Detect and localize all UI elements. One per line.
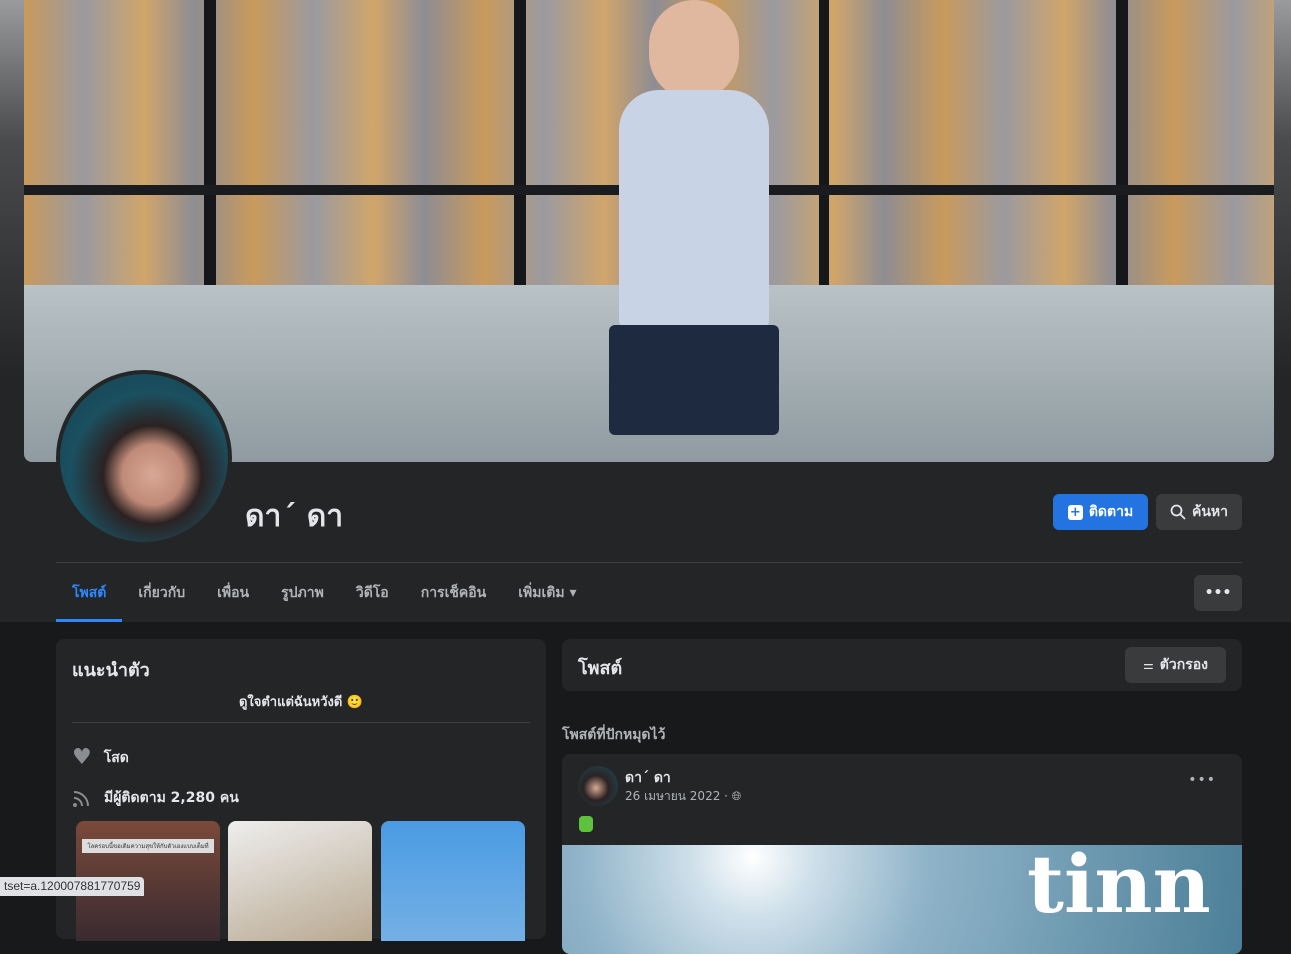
intro-bio: ดูใจตำแต่ฉันหวังดี 🙂 bbox=[238, 695, 364, 710]
follow-label: ติดตาม bbox=[1088, 504, 1134, 520]
post-image-text: tinn bbox=[1027, 837, 1211, 931]
rss-icon bbox=[73, 791, 89, 807]
post-date[interactable]: 26 เมษายน 2022 · 🌐︎ bbox=[625, 787, 741, 806]
followers-text: มีผู้ติดตาม 2,280 คน bbox=[104, 790, 239, 806]
divider bbox=[56, 562, 1242, 563]
relationship-text: โสด bbox=[103, 749, 129, 766]
follow-button[interactable]: + ติดตาม bbox=[1053, 494, 1148, 530]
profile-picture[interactable] bbox=[56, 370, 232, 546]
cover-person bbox=[579, 0, 809, 462]
globe-icon: 🌐︎ bbox=[731, 789, 742, 803]
filter-button[interactable]: ⚌ ตัวกรอง bbox=[1125, 647, 1226, 683]
tab-checkins[interactable]: การเช็คอิน bbox=[405, 572, 503, 622]
photo-thumbnail[interactable] bbox=[228, 821, 372, 941]
relationship-row: ♥ โสด bbox=[72, 745, 129, 770]
filter-icon: ⚌ bbox=[1143, 658, 1154, 672]
post-image[interactable]: tinn bbox=[562, 837, 1242, 954]
posts-title: โพสต์ bbox=[578, 658, 623, 679]
status-bar-url: tset=a.120007881770759 bbox=[0, 877, 145, 896]
followers-row[interactable]: มีผู้ติดตาม 2,280 คน bbox=[72, 787, 239, 809]
post-author[interactable]: ดา´ ดา bbox=[625, 767, 671, 789]
post-card: ดา´ ดา 26 เมษายน 2022 · 🌐︎ ••• tinn bbox=[562, 754, 1242, 954]
tab-photos[interactable]: รูปภาพ bbox=[265, 572, 340, 622]
recycle-emoji-icon bbox=[579, 816, 593, 832]
tab-more[interactable]: เพิ่มเติม ▾ bbox=[502, 572, 592, 622]
divider bbox=[72, 722, 530, 723]
tab-videos[interactable]: วิดีโอ bbox=[340, 572, 405, 622]
post-avatar[interactable] bbox=[578, 766, 618, 806]
tab-about[interactable]: เกี่ยวกับ bbox=[122, 572, 201, 622]
search-button[interactable]: ค้นหา bbox=[1156, 494, 1242, 530]
more-options-button[interactable]: ••• bbox=[1194, 575, 1242, 611]
post-date-text: 26 เมษายน 2022 · bbox=[625, 789, 728, 803]
intro-title: แนะนำตัว bbox=[72, 660, 150, 681]
photo-caption: โลครอบนี้ขอเติมความสุขให้กับตัวเองแบบเต็… bbox=[82, 839, 214, 853]
follow-icon: + bbox=[1067, 504, 1083, 520]
search-label: ค้นหา bbox=[1191, 504, 1229, 520]
posts-header: โพสต์ ⚌ ตัวกรอง bbox=[562, 639, 1242, 691]
profile-name: ดา´ ดา bbox=[245, 499, 344, 534]
photo-thumbnail[interactable] bbox=[381, 821, 525, 941]
search-icon bbox=[1170, 504, 1186, 520]
post-menu-button[interactable]: ••• bbox=[1188, 772, 1216, 788]
profile-tabs: โพสต์ เกี่ยวกับ เพื่อน รูปภาพ วิดีโอ การ… bbox=[56, 572, 592, 622]
pinned-posts-label: โพสต์ที่ปักหมุดไว้ bbox=[562, 727, 666, 743]
cover-photo[interactable] bbox=[24, 0, 1274, 462]
heart-icon: ♥ bbox=[72, 745, 92, 770]
filter-label: ตัวกรอง bbox=[1159, 657, 1208, 673]
tab-posts[interactable]: โพสต์ bbox=[56, 572, 123, 622]
tab-friends[interactable]: เพื่อน bbox=[201, 572, 265, 622]
